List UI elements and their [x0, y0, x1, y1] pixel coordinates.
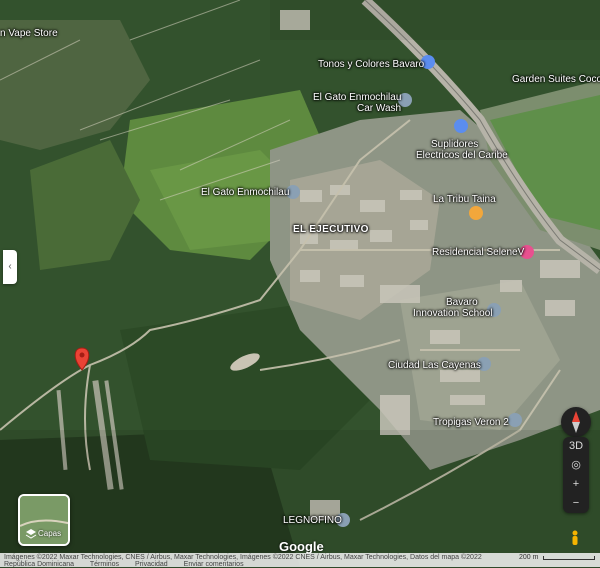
attribution-text: Imágenes ©2022 Maxar Technologies, CNES …: [4, 554, 482, 561]
compass-icon: [572, 411, 580, 433]
tilt-3d-button[interactable]: 3D: [563, 437, 589, 456]
zoom-in-button[interactable]: +: [563, 475, 589, 494]
place-label-tonos[interactable]: Tonos y Colores Bavaro: [318, 59, 424, 70]
map-footer: Imágenes ©2022 Maxar Technologies, CNES …: [0, 553, 600, 568]
place-label-car-wash-1[interactable]: El Gato Enmochilau: [313, 92, 401, 103]
place-label-tropigas[interactable]: Tropigas Veron 2: [433, 417, 509, 428]
satellite-map[interactable]: [0, 0, 600, 567]
layers-button[interactable]: Capas: [18, 494, 70, 546]
place-label-residencial[interactable]: Residencial SeleneV: [432, 247, 524, 258]
layers-thumbnail: [20, 496, 68, 544]
google-logo: Google: [279, 539, 324, 554]
place-label-car-wash-2[interactable]: Car Wash: [357, 103, 401, 114]
map-pin-la-tribu[interactable]: [469, 206, 483, 220]
scale-label[interactable]: 200 m: [519, 554, 538, 561]
map-pin-tropigas[interactable]: [508, 413, 522, 427]
zoom-out-button[interactable]: −: [563, 494, 589, 513]
place-label-suplidores-2[interactable]: Electricos del Caribe: [416, 150, 508, 161]
place-label-bavaro-2[interactable]: Innovation School: [413, 308, 493, 319]
neighborhood-label-el-ejecutivo: EL EJECUTIVO: [293, 224, 369, 235]
place-label-la-tribu[interactable]: La Tribu Taina: [433, 194, 496, 205]
place-label-bavaro-1[interactable]: Bavaro: [446, 297, 478, 308]
place-label-garden-suites[interactable]: Garden Suites Cocot: [512, 74, 600, 85]
place-label-vape-store[interactable]: n Vape Store: [0, 28, 58, 39]
place-label-cayenas[interactable]: Ciudad Las Cayenas: [388, 360, 481, 371]
map-controls: 3D ◎ + −: [563, 437, 589, 513]
scale-bar: [543, 556, 595, 560]
place-label-suplidores-1[interactable]: Suplidores: [431, 139, 478, 150]
collapse-panel-button[interactable]: ‹: [3, 250, 17, 284]
chevron-left-icon: ‹: [8, 261, 12, 272]
place-label-legnofino[interactable]: LEGNOFINO: [283, 515, 342, 526]
my-location-button[interactable]: ◎: [563, 456, 589, 475]
layers-label: Capas: [38, 529, 62, 538]
map-pin-suplidores[interactable]: [454, 119, 468, 133]
compass-button[interactable]: [561, 407, 591, 437]
place-label-el-gato[interactable]: El Gato Enmochilau: [201, 187, 289, 198]
street-view-pegman-icon[interactable]: [570, 530, 580, 546]
